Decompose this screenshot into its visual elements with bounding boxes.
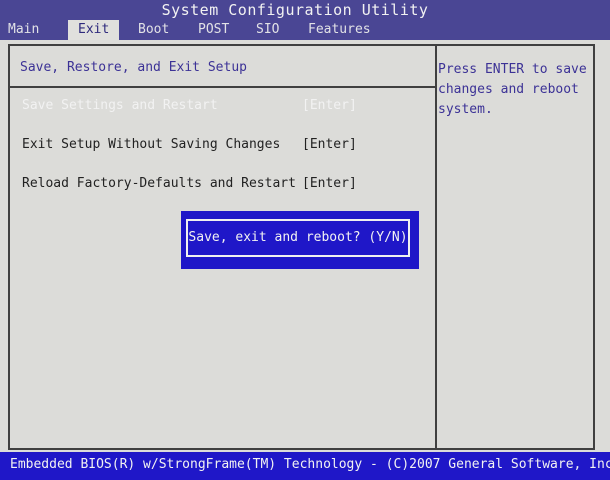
menu-item-key: [Enter] — [302, 98, 357, 113]
menu-item-label: Save Settings and Restart — [22, 98, 218, 113]
menu-item-reload-defaults[interactable]: Reload Factory-Defaults and Restart [Ent… — [22, 174, 432, 194]
tab-sio[interactable]: SIO — [256, 20, 279, 40]
menu-item-key: [Enter] — [302, 176, 357, 191]
confirm-dialog-border: Save, exit and reboot? (Y/N) — [186, 219, 410, 257]
menu-item-label: Reload Factory-Defaults and Restart — [22, 176, 296, 191]
tab-bar: Main Exit Boot POST SIO Features — [0, 20, 610, 40]
confirm-dialog-prompt: Save, exit and reboot? (Y/N) — [188, 230, 408, 245]
help-panel-text: Press ENTER to save changes and reboot s… — [438, 62, 587, 117]
title-bar: System Configuration Utility Main Exit B… — [0, 0, 610, 40]
menu-item-save-and-restart[interactable]: Save Settings and Restart [Enter] — [22, 96, 432, 116]
menu-item-exit-without-saving[interactable]: Exit Setup Without Saving Changes [Enter… — [22, 135, 432, 155]
tab-post[interactable]: POST — [198, 20, 229, 40]
menu-item-key: [Enter] — [302, 137, 357, 152]
tab-main[interactable]: Main — [8, 20, 39, 40]
tab-exit[interactable]: Exit — [68, 20, 120, 40]
header-divider — [10, 86, 435, 88]
tab-features[interactable]: Features — [308, 20, 371, 40]
copyright-text: Embedded BIOS(R) w/StrongFrame(TM) Techn… — [10, 457, 610, 472]
pane-divider — [435, 46, 437, 448]
bios-screen: System Configuration Utility Main Exit B… — [0, 0, 610, 480]
status-bar: Embedded BIOS(R) w/StrongFrame(TM) Techn… — [0, 452, 610, 480]
tab-boot[interactable]: Boot — [138, 20, 169, 40]
confirm-dialog[interactable]: Save, exit and reboot? (Y/N) — [181, 211, 419, 269]
section-title: Save, Restore, and Exit Setup — [20, 60, 247, 75]
window-title: System Configuration Utility — [161, 1, 429, 19]
menu-item-label: Exit Setup Without Saving Changes — [22, 137, 281, 152]
